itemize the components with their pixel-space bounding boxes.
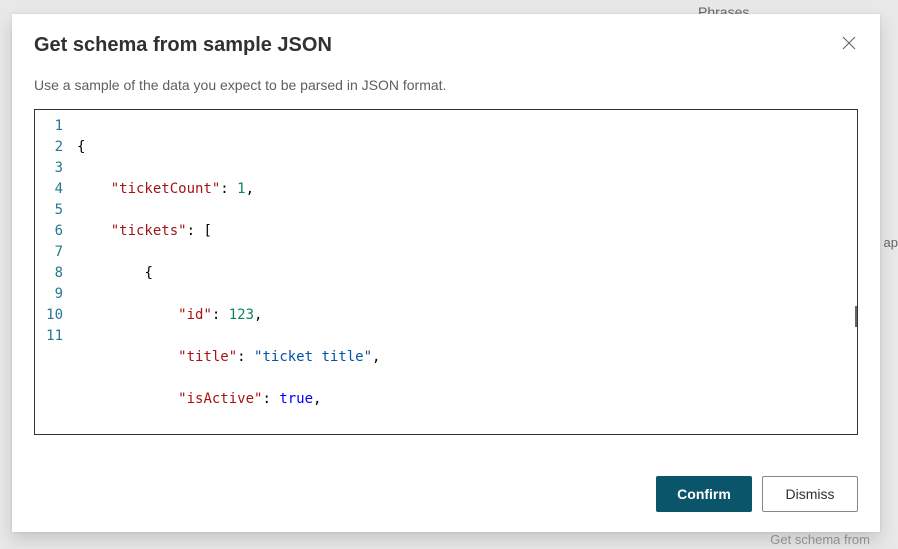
- line-number: 2: [35, 137, 63, 158]
- close-icon: [842, 36, 856, 50]
- close-button[interactable]: [840, 34, 858, 54]
- line-number: 6: [35, 221, 63, 242]
- line-number: 1: [35, 116, 63, 137]
- line-number: 9: [35, 284, 63, 305]
- line-number: 11: [35, 326, 63, 347]
- line-number: 10: [35, 305, 63, 326]
- dialog-subtitle: Use a sample of the data you expect to b…: [12, 63, 880, 109]
- line-number: 4: [35, 179, 63, 200]
- line-number: 8: [35, 263, 63, 284]
- line-gutter: 1 2 3 4 5 6 7 8 9 10 11: [35, 110, 69, 434]
- line-number: 3: [35, 158, 63, 179]
- scrollbar-marker: [855, 306, 857, 327]
- schema-dialog: Get schema from sample JSON Use a sample…: [12, 14, 880, 532]
- dialog-footer: Confirm Dismiss: [12, 456, 880, 532]
- line-number: 7: [35, 242, 63, 263]
- json-editor[interactable]: 1 2 3 4 5 6 7 8 9 10 11 { "ticketCount":…: [34, 109, 858, 435]
- dismiss-button[interactable]: Dismiss: [762, 476, 858, 512]
- bg-label-right: ap: [884, 235, 898, 250]
- confirm-button[interactable]: Confirm: [656, 476, 752, 512]
- dialog-title: Get schema from sample JSON: [34, 34, 332, 57]
- code-area[interactable]: { "ticketCount": 1, "tickets": [ { "id":…: [69, 110, 857, 434]
- bg-label-getschema: Get schema from: [770, 532, 870, 547]
- line-number: 5: [35, 200, 63, 221]
- dialog-header: Get schema from sample JSON: [12, 14, 880, 63]
